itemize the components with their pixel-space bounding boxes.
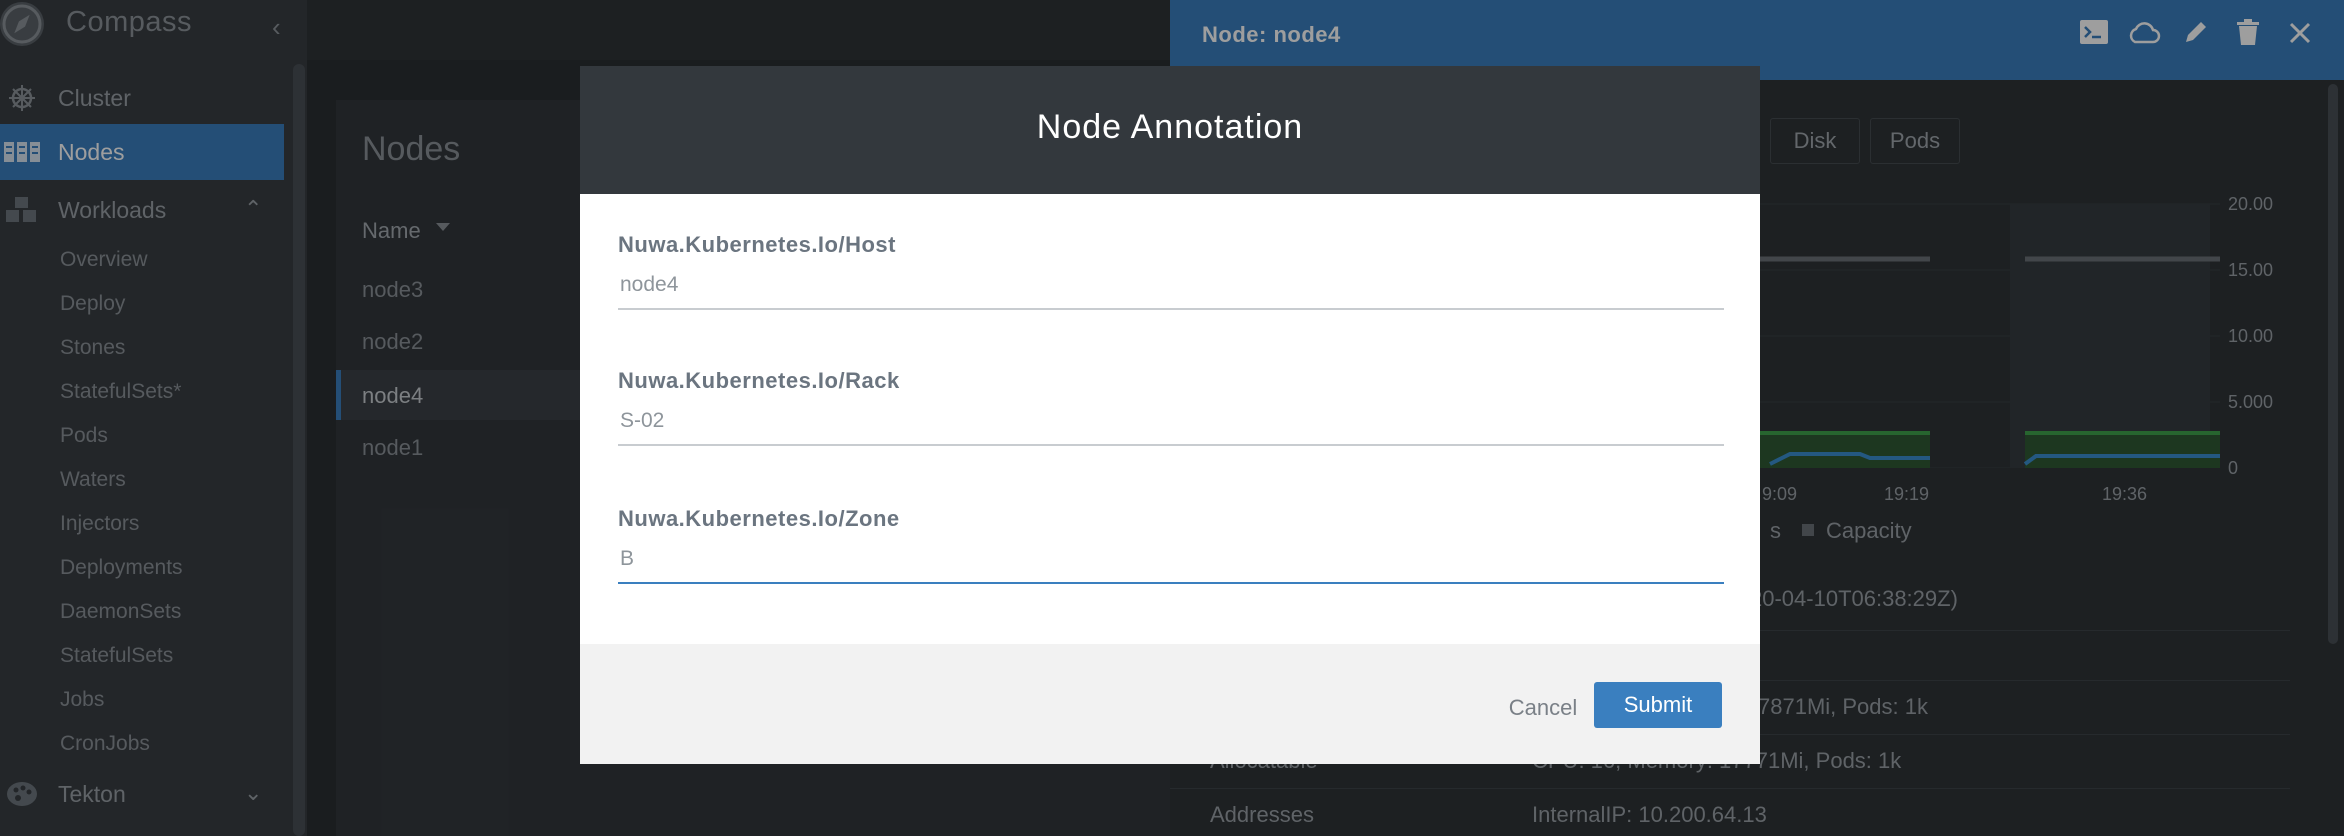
rack-field[interactable]	[618, 398, 1724, 446]
cancel-button[interactable]: Cancel	[1484, 686, 1602, 730]
host-field-label: Nuwa.Kubernetes.Io/Host	[618, 232, 896, 257]
zone-field[interactable]	[618, 536, 1724, 584]
submit-button[interactable]: Submit	[1594, 682, 1722, 728]
host-field[interactable]	[618, 262, 1724, 310]
dialog-title: Node Annotation	[1036, 108, 1304, 146]
dialog-header: Node Annotation	[580, 66, 1760, 194]
rack-field-label: Nuwa.Kubernetes.Io/Rack	[618, 368, 900, 393]
node-annotation-dialog: Node Annotation Nuwa.Kubernetes.Io/Host …	[580, 66, 1760, 764]
zone-field-label: Nuwa.Kubernetes.Io/Zone	[618, 506, 900, 531]
dialog-footer: Cancel Submit	[580, 644, 1760, 764]
